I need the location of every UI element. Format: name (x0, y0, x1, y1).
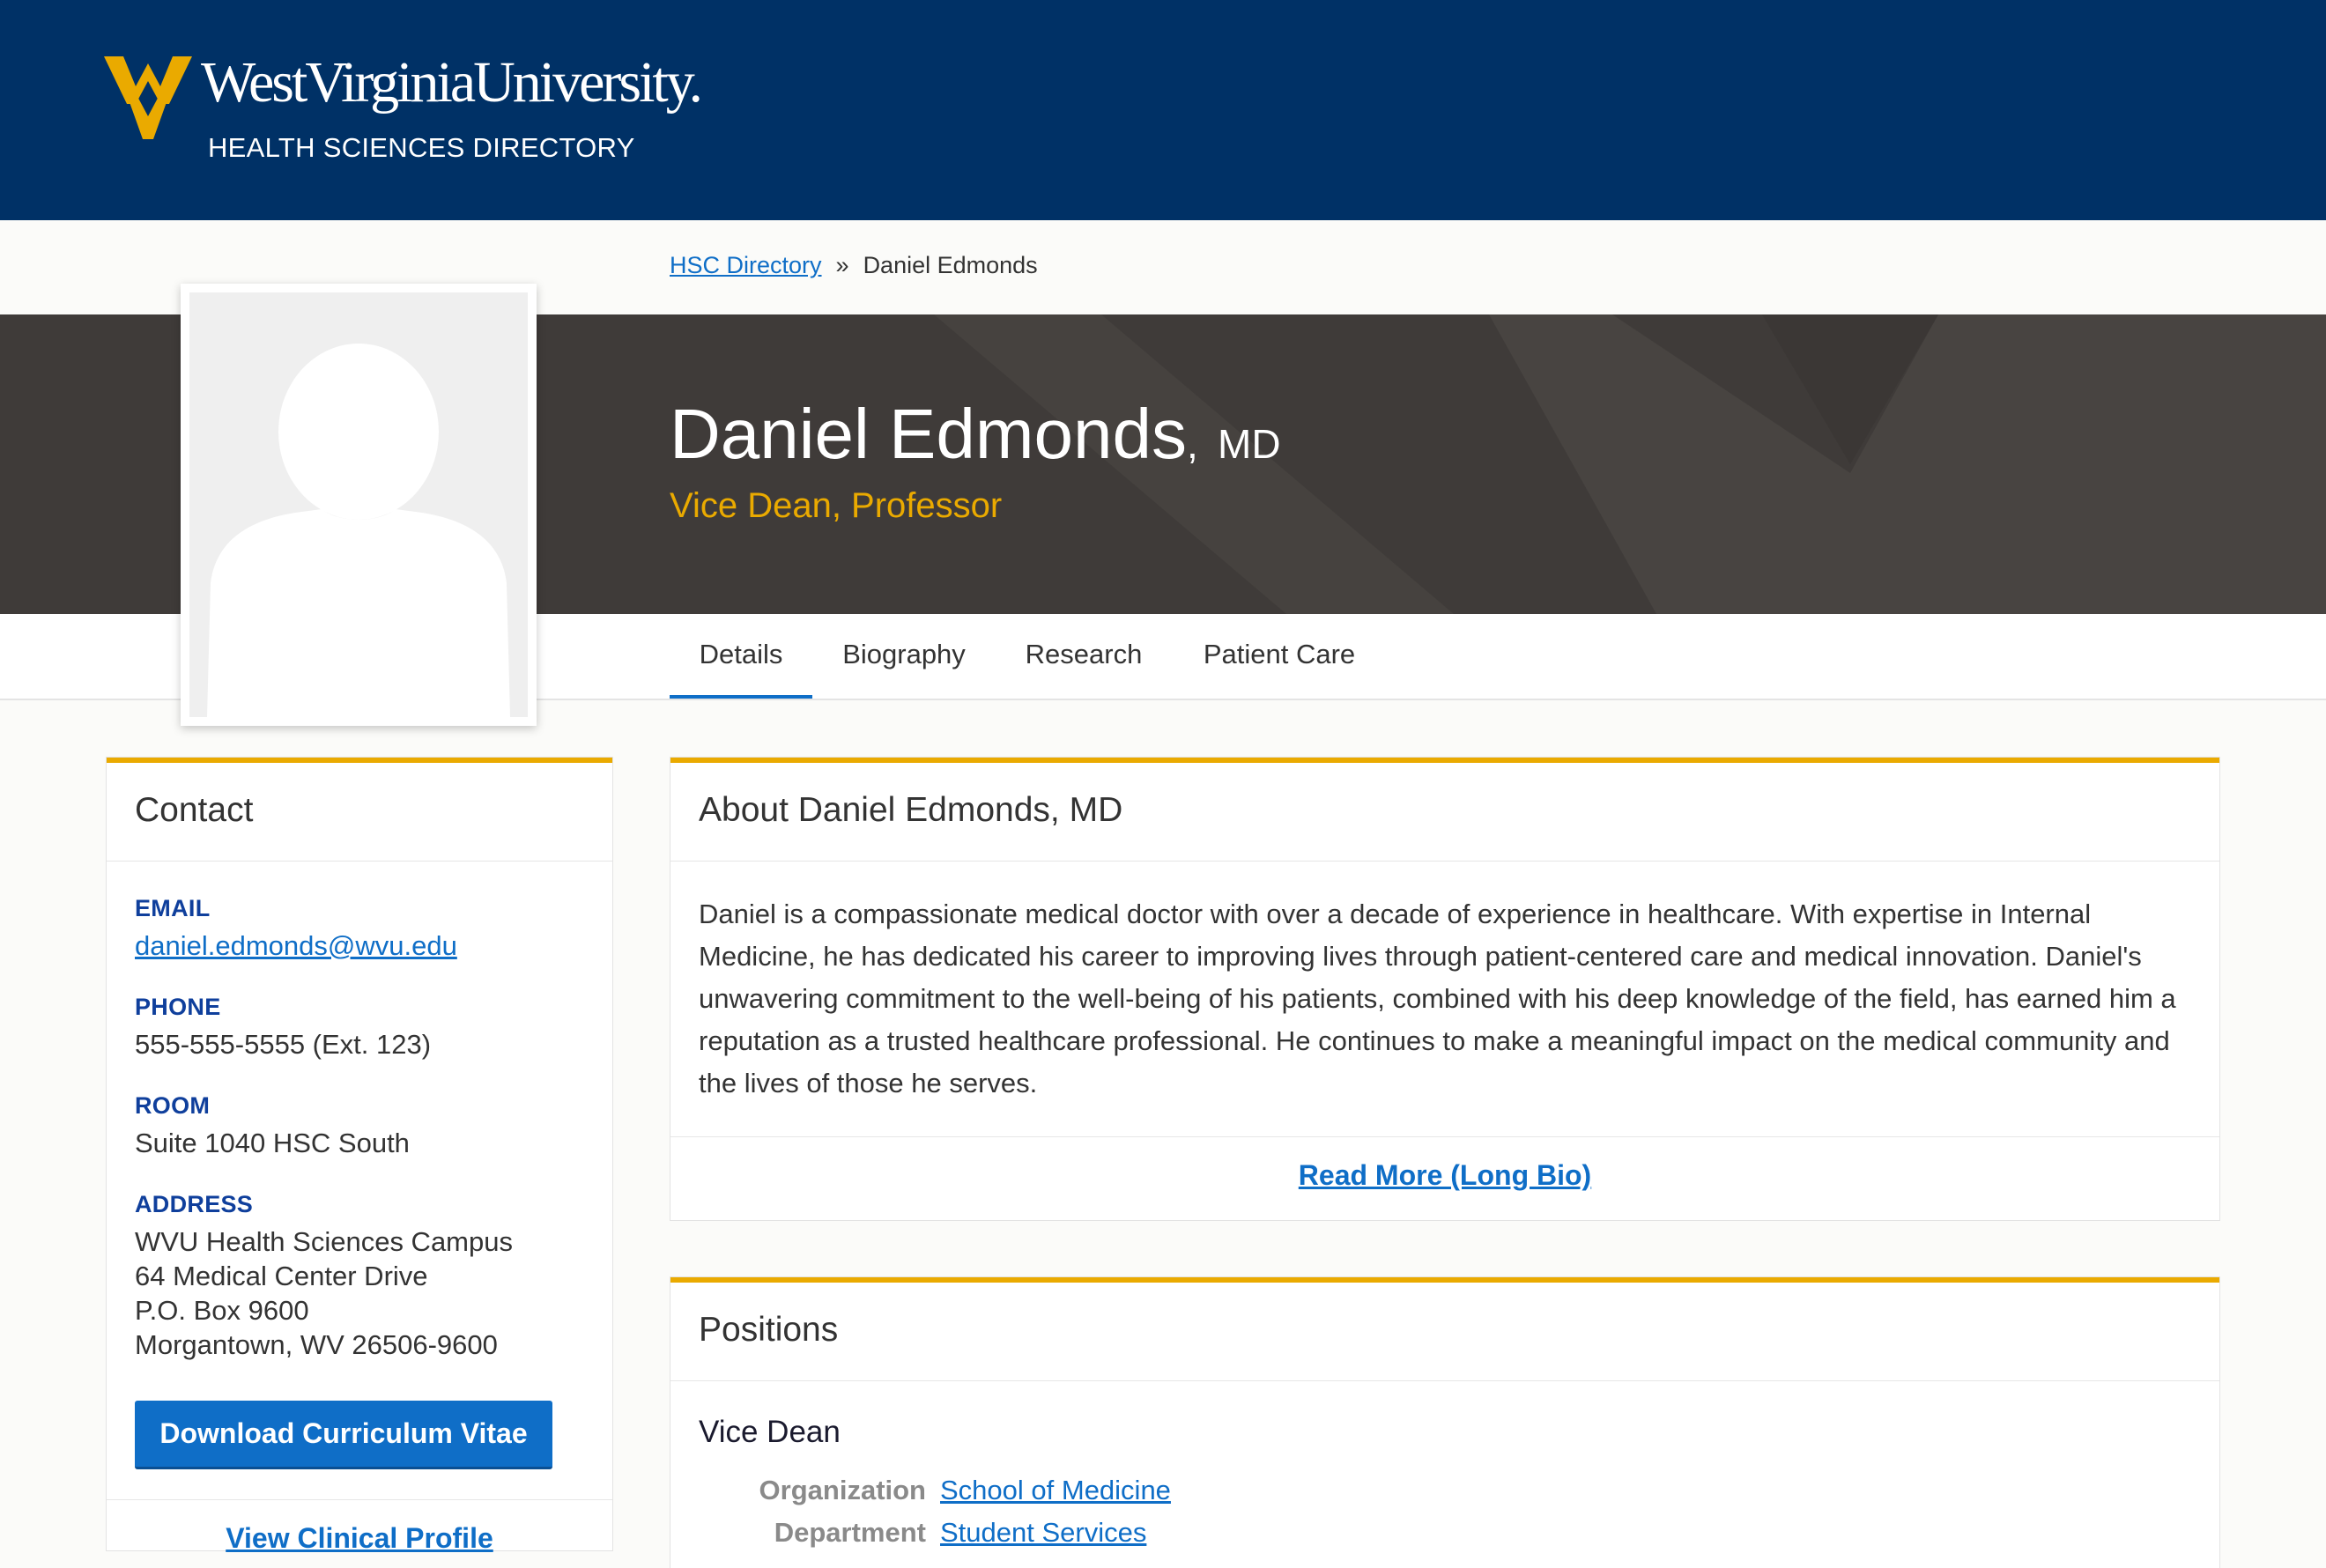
organization-link[interactable]: School of Medicine (940, 1475, 1171, 1506)
read-more-wrap: Read More (Long Bio) (670, 1159, 2219, 1192)
flying-wv-icon (104, 56, 192, 139)
phone-label: PHONE (135, 994, 221, 1020)
address-label: ADDRESS (135, 1191, 254, 1217)
profile-credential: MD (1218, 421, 1281, 467)
avatar-placeholder (189, 292, 528, 717)
department-link[interactable]: Student Services (940, 1517, 1146, 1549)
breadcrumb: HSC Directory » Daniel Edmonds (670, 252, 1038, 279)
person-silhouette-icon (207, 344, 510, 717)
breadcrumb-separator: » (835, 252, 849, 278)
about-card: About Daniel Edmonds, MD Daniel is a com… (670, 758, 2219, 1220)
address-line-4: Morgantown, WV 26506-9600 (135, 1329, 498, 1360)
site-header: WestVirginiaUniversity. HEALTH SCIENCES … (0, 0, 2326, 220)
wvu-logo[interactable]: WestVirginiaUniversity. HEALTH SCIENCES … (104, 50, 703, 169)
tab-details[interactable]: Details (670, 614, 812, 699)
profile-credential-separator: , (1187, 421, 1198, 467)
address-line-2: 64 Medical Center Drive (135, 1261, 428, 1291)
room-label: ROOM (135, 1092, 211, 1119)
logo-wordmark: WestVirginiaUniversity. (201, 50, 703, 115)
phone-value: 555-555-5555 (Ext. 123) (135, 1029, 432, 1060)
organization-label: Organization (759, 1475, 926, 1505)
clinical-profile-link-wrap: View Clinical Profile (107, 1522, 612, 1555)
profile-title: Vice Dean, Professor (670, 486, 1003, 525)
profile-photo (181, 284, 537, 726)
about-body: Daniel is a compassionate medical doctor… (699, 899, 2176, 1098)
about-divider (670, 1136, 2219, 1137)
positions-heading: Positions (670, 1283, 2219, 1381)
view-clinical-profile-link[interactable]: View Clinical Profile (226, 1522, 493, 1554)
profile-name: Daniel Edmonds, MD (670, 394, 1281, 475)
positions-card: Positions Vice Dean Organization School … (670, 1277, 2219, 1568)
email-link[interactable]: daniel.edmonds@wvu.edu (135, 928, 457, 963)
tab-biography[interactable]: Biography (826, 614, 982, 699)
contact-heading: Contact (107, 763, 612, 862)
profile-name-text: Daniel Edmonds (670, 395, 1187, 473)
room-value: Suite 1040 HSC South (135, 1128, 410, 1158)
contact-divider (107, 1499, 612, 1500)
contact-card: Contact EMAIL daniel.edmonds@wvu.edu PHO… (107, 758, 612, 1554)
logo-subtitle: HEALTH SCIENCES DIRECTORY (208, 132, 635, 163)
download-cv-button[interactable]: Download Curriculum Vitae (135, 1401, 552, 1469)
position-title: Vice Dean (699, 1415, 841, 1449)
breadcrumb-root-link[interactable]: HSC Directory (670, 252, 822, 279)
read-more-link[interactable]: Read More (Long Bio) (1299, 1159, 1591, 1191)
address-line-3: P.O. Box 9600 (135, 1295, 309, 1326)
address-line-1: WVU Health Sciences Campus (135, 1226, 513, 1257)
breadcrumb-current: Daniel Edmonds (863, 252, 1038, 278)
tab-research[interactable]: Research (1013, 614, 1154, 699)
email-label: EMAIL (135, 895, 211, 921)
about-heading: About Daniel Edmonds, MD (670, 763, 2219, 862)
department-label: Department (774, 1517, 926, 1548)
tab-patient-care[interactable]: Patient Care (1191, 614, 1367, 699)
